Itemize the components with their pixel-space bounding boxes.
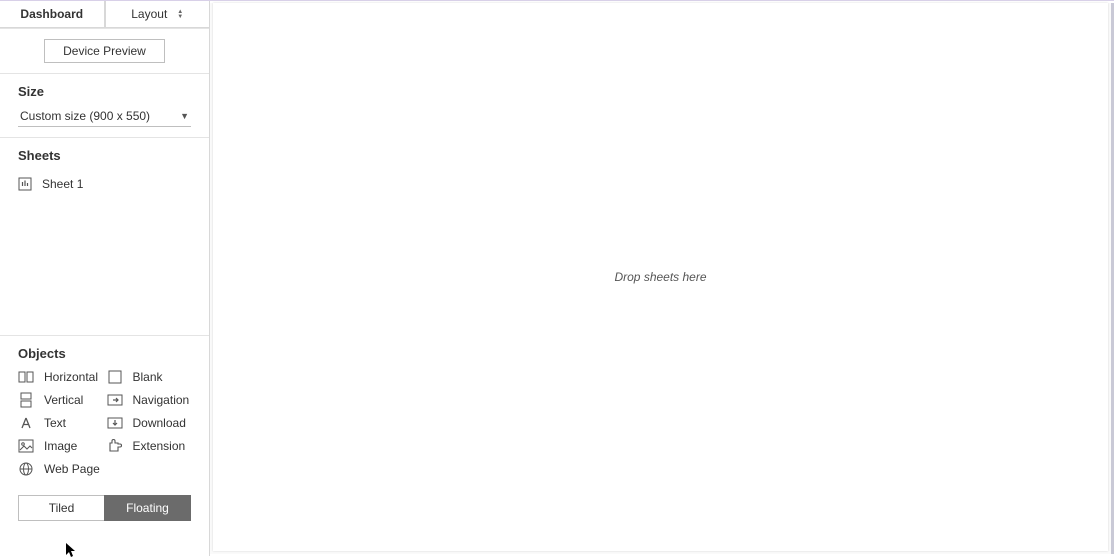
object-label: Navigation bbox=[133, 393, 190, 407]
image-icon bbox=[18, 438, 34, 454]
object-image[interactable]: Image bbox=[18, 438, 103, 454]
size-dropdown[interactable]: Custom size (900 x 550) ▼ bbox=[18, 107, 191, 127]
object-navigation[interactable]: Navigation bbox=[107, 392, 192, 408]
size-value: Custom size (900 x 550) bbox=[20, 109, 150, 123]
size-section: Size Custom size (900 x 550) ▼ bbox=[0, 74, 209, 138]
sidebar-tabs: Dashboard Layout ▲▼ bbox=[0, 1, 209, 29]
object-vertical[interactable]: Vertical bbox=[18, 392, 103, 408]
object-extension[interactable]: Extension bbox=[107, 438, 192, 454]
object-label: Download bbox=[133, 416, 186, 430]
object-label: Extension bbox=[133, 439, 186, 453]
sheets-section: Sheets Sheet 1 bbox=[0, 138, 209, 336]
download-icon bbox=[107, 415, 123, 431]
webpage-icon bbox=[18, 461, 34, 477]
object-label: Text bbox=[44, 416, 66, 430]
object-text[interactable]: Text bbox=[18, 415, 103, 431]
sort-updown-icon: ▲▼ bbox=[177, 10, 183, 19]
tab-layout-label: Layout bbox=[131, 7, 167, 21]
object-label: Blank bbox=[133, 370, 163, 384]
dashboard-canvas[interactable]: Drop sheets here bbox=[213, 3, 1108, 551]
tab-dashboard[interactable]: Dashboard bbox=[0, 1, 105, 28]
dashboard-sidebar: Dashboard Layout ▲▼ Device Preview Size … bbox=[0, 1, 210, 556]
object-label: Vertical bbox=[44, 393, 83, 407]
navigation-icon bbox=[107, 392, 123, 408]
sheet-item-label: Sheet 1 bbox=[42, 177, 83, 191]
objects-title: Objects bbox=[18, 346, 191, 361]
object-blank[interactable]: Blank bbox=[107, 369, 192, 385]
horizontal-container-icon bbox=[18, 369, 34, 385]
object-label: Horizontal bbox=[44, 370, 98, 384]
drop-hint-text: Drop sheets here bbox=[614, 270, 706, 284]
text-icon bbox=[18, 415, 34, 431]
tab-layout[interactable]: Layout ▲▼ bbox=[105, 1, 210, 28]
mode-floating-button[interactable]: Floating bbox=[104, 495, 191, 521]
sheet-item[interactable]: Sheet 1 bbox=[18, 171, 191, 197]
objects-section: Objects Horizontal Blank bbox=[0, 336, 209, 485]
object-webpage[interactable]: Web Page bbox=[18, 461, 103, 477]
chevron-down-icon: ▼ bbox=[180, 111, 189, 121]
blank-icon bbox=[107, 369, 123, 385]
sheets-title: Sheets bbox=[18, 148, 191, 163]
mode-tiled-button[interactable]: Tiled bbox=[18, 495, 104, 521]
worksheet-icon bbox=[18, 177, 32, 191]
layout-mode-toggle: Tiled Floating bbox=[18, 495, 191, 521]
vertical-container-icon bbox=[18, 392, 34, 408]
object-download[interactable]: Download bbox=[107, 415, 192, 431]
object-label: Web Page bbox=[44, 462, 100, 476]
object-horizontal[interactable]: Horizontal bbox=[18, 369, 103, 385]
device-preview-row: Device Preview bbox=[0, 29, 209, 74]
extension-icon bbox=[107, 438, 123, 454]
size-title: Size bbox=[18, 84, 191, 99]
object-label: Image bbox=[44, 439, 77, 453]
dashboard-canvas-wrapper: Drop sheets here bbox=[210, 3, 1114, 554]
device-preview-button[interactable]: Device Preview bbox=[44, 39, 165, 63]
